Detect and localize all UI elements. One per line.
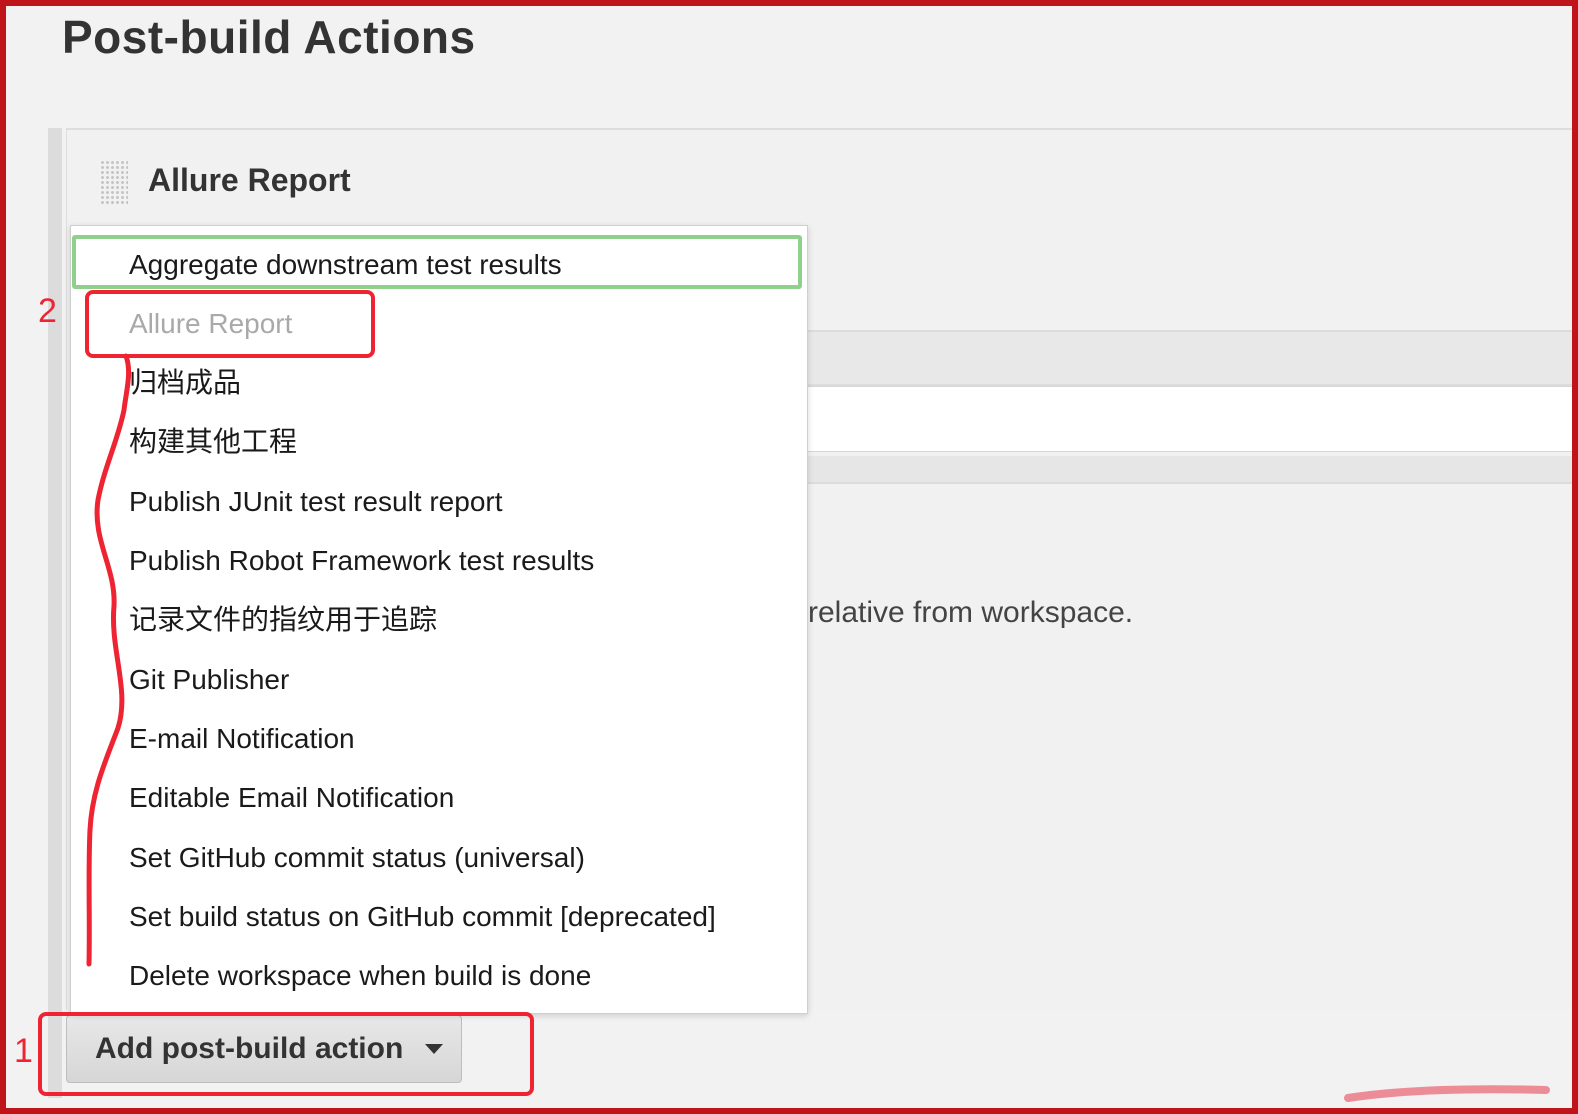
menu-item-github-build-status[interactable]: Set build status on GitHub commit [depre… [129,887,716,946]
selected-item-highlight [72,235,802,289]
menu-item-editable-email[interactable]: Editable Email Notification [129,768,454,827]
menu-item-github-commit-status[interactable]: Set GitHub commit status (universal) [129,828,585,887]
help-text: relative from workspace. [808,596,1134,629]
allure-report-annotation-box [85,290,375,358]
annotation-number-2: 2 [38,292,57,330]
page-title: Post-build Actions [62,11,476,63]
menu-item-publish-robot[interactable]: Publish Robot Framework test results [129,531,594,590]
section-row-divider [806,456,1578,484]
menu-item-archive-artifacts[interactable]: 归档成品 [129,353,241,412]
results-path-input[interactable] [806,386,1578,452]
annotation-number-1: 1 [14,1032,33,1070]
add-button-annotation-box [38,1012,534,1096]
menu-item-publish-junit[interactable]: Publish JUnit test result report [129,472,503,531]
drag-handle-icon[interactable] [100,160,128,204]
menu-item-record-fingerprints[interactable]: 记录文件的指纹用于追踪 [129,590,437,649]
menu-item-build-other-projects[interactable]: 构建其他工程 [129,412,297,471]
menu-item-email-notification[interactable]: E-mail Notification [129,709,355,768]
section-row-header [806,330,1578,386]
menu-item-delete-workspace[interactable]: Delete workspace when build is done [129,946,591,1005]
section-heading: Allure Report [148,162,351,198]
section-side-bar [48,128,62,1098]
menu-item-git-publisher[interactable]: Git Publisher [129,650,289,709]
